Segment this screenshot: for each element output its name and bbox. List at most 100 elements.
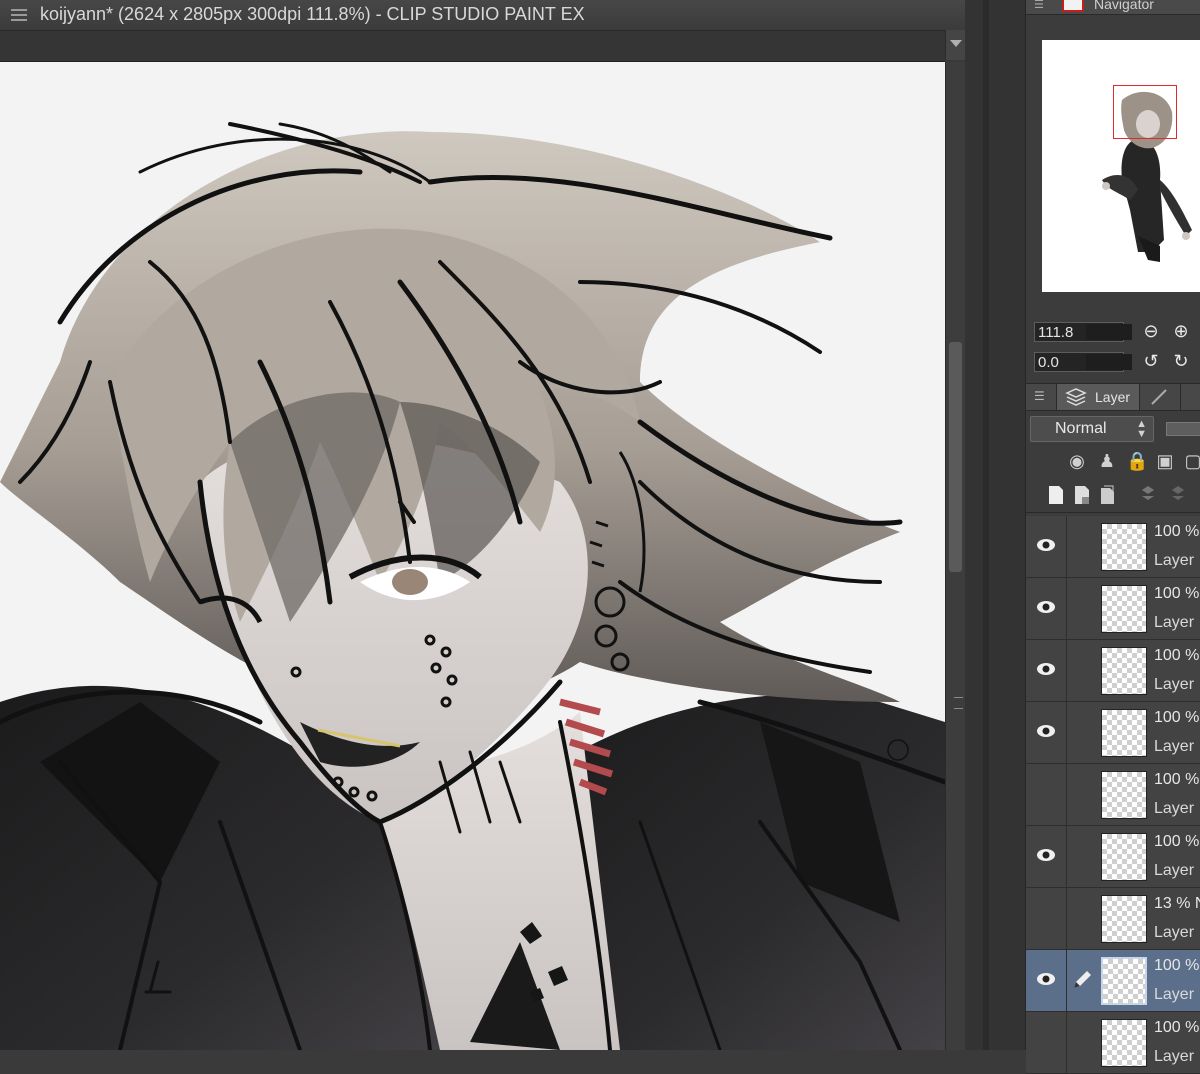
layer-thumbnail	[1101, 647, 1147, 695]
rotate-slider[interactable]	[1086, 354, 1132, 370]
new-folder-icon[interactable]	[1098, 484, 1118, 506]
layer-row[interactable]: 13 % N Layer	[1026, 888, 1200, 950]
scroll-up-button[interactable]	[945, 30, 966, 60]
layer-actions-toolbar	[1026, 480, 1200, 513]
layer-row[interactable]: 100 % Layer	[1026, 702, 1200, 764]
mask-icon[interactable]: ▢	[1182, 450, 1200, 472]
zoom-slider[interactable]	[1086, 324, 1132, 340]
layer-panel-header: ☰ Layer	[1026, 383, 1200, 411]
artwork-illustration	[0, 122, 945, 1050]
layer-row[interactable]: 100 % Layer	[1026, 640, 1200, 702]
column-divider	[1066, 950, 1067, 1012]
eye-icon[interactable]	[1036, 724, 1056, 738]
blend-mode-value: Normal	[1055, 420, 1107, 437]
lock-icon[interactable]: 🔒	[1126, 450, 1148, 472]
layer-thumbnail	[1101, 1019, 1147, 1067]
lock-transparency-icon[interactable]: ▣	[1154, 450, 1176, 472]
panel-menu-icon[interactable]: ☰	[1034, 389, 1045, 403]
rotate-right-icon[interactable]: ↻	[1170, 350, 1192, 372]
layer-list[interactable]: 100 % Layer 100 % Layer 100 % Layer 100 …	[1026, 516, 1200, 1074]
navigator-thumbnail	[1102, 91, 1192, 262]
eye-icon[interactable]	[1036, 848, 1056, 862]
layers-icon	[1065, 388, 1087, 406]
zoom-in-icon[interactable]: ⊕	[1170, 320, 1192, 342]
layer-row[interactable]: 100 % Layer	[1026, 764, 1200, 826]
eye-icon[interactable]	[1036, 538, 1056, 552]
layer-row-selected[interactable]: 100 % Layer	[1026, 950, 1200, 1012]
layer-thumbnail	[1101, 523, 1147, 571]
document-toolbar-strip	[0, 30, 945, 62]
column-divider	[1066, 640, 1067, 702]
layer-opacity: 100 %	[1154, 647, 1200, 664]
divider-stripe	[983, 0, 989, 1050]
blend-mode-select[interactable]: Normal ▲ ▼	[1030, 416, 1154, 442]
chevron-down-icon	[950, 40, 962, 47]
reference-icon[interactable]: ♟	[1096, 450, 1118, 472]
transfer-down-icon[interactable]	[1138, 484, 1158, 506]
layer-opacity: 100 %	[1154, 523, 1200, 540]
drawing-canvas[interactable]	[0, 62, 945, 1050]
panel-menu-icon[interactable]: ☰	[1034, 0, 1048, 11]
new-vector-layer-icon[interactable]	[1072, 484, 1092, 506]
layer-row[interactable]: 100 % Layer	[1026, 826, 1200, 888]
navigator-tab-icon[interactable]	[1062, 0, 1084, 12]
menu-icon[interactable]	[10, 6, 28, 24]
layer-opacity: 13 % N	[1154, 895, 1200, 912]
navigator-header: ☰ Navigator	[1026, 0, 1200, 15]
layer-thumbnail	[1101, 771, 1147, 819]
layer-opacity: 100 %	[1154, 833, 1200, 850]
vertical-scrollbar[interactable]	[945, 62, 966, 1050]
layer-opacity: 100 %	[1154, 957, 1200, 974]
layer-name: Layer	[1154, 862, 1195, 879]
column-divider	[1066, 578, 1067, 640]
updown-icon: ▲ ▼	[1136, 418, 1147, 440]
layer-thumbnail	[1101, 957, 1147, 1005]
layer-opacity: 100 %	[1154, 1019, 1200, 1036]
opacity-slider[interactable]	[1166, 422, 1200, 436]
navigator-title: Navigator	[1094, 0, 1154, 12]
layer-tab-label: Layer	[1095, 389, 1131, 405]
column-divider	[1066, 764, 1067, 826]
column-divider	[1066, 826, 1067, 888]
column-divider	[1066, 516, 1067, 578]
layer-thumbnail	[1101, 833, 1147, 881]
layer-name: Layer	[1154, 676, 1195, 693]
right-panel: ☰ Navigator 111.8 ⊖ ⊕ 0.0 ↺ ↻ ☰ Layer No…	[1025, 0, 1200, 1074]
layer-name: Layer	[1154, 924, 1195, 941]
brush-icon	[1151, 389, 1167, 405]
scrollbar-thumb[interactable]	[949, 342, 963, 709]
layer-name: Layer	[1154, 1048, 1195, 1065]
navigator-view-frame[interactable]	[1113, 85, 1177, 139]
document-title-bar: koijyann* (2624 x 2805px 300dpi 111.8%) …	[0, 0, 975, 30]
zoom-out-icon[interactable]: ⊖	[1140, 320, 1162, 342]
column-divider	[1066, 702, 1067, 764]
column-divider	[1066, 888, 1067, 950]
layer-thumbnail	[1101, 585, 1147, 633]
layer-row[interactable]: 100 % Layer	[1026, 516, 1200, 578]
layer-thumbnail	[1101, 709, 1147, 757]
layer-opacity: 100 %	[1154, 771, 1200, 788]
layer-opacity: 100 %	[1154, 709, 1200, 726]
pen-icon	[1074, 971, 1091, 988]
tab-layer-property[interactable]	[1140, 384, 1181, 410]
layer-name: Layer	[1154, 738, 1195, 755]
layer-thumbnail	[1101, 895, 1147, 943]
new-raster-layer-icon[interactable]	[1046, 484, 1066, 506]
panel-divider	[965, 0, 1025, 1050]
rotate-left-icon[interactable]: ↺	[1140, 350, 1162, 372]
layer-row[interactable]: 100 % Layer	[1026, 1012, 1200, 1074]
layer-name: Layer	[1154, 800, 1195, 817]
column-divider	[1066, 1012, 1067, 1074]
eye-icon[interactable]	[1036, 600, 1056, 614]
layer-row[interactable]: 100 % Layer	[1026, 578, 1200, 640]
merge-down-icon[interactable]	[1168, 484, 1188, 506]
eye-icon[interactable]	[1036, 662, 1056, 676]
layer-name: Layer	[1154, 614, 1195, 631]
layer-name: Layer	[1154, 986, 1195, 1003]
tab-layer[interactable]: Layer	[1056, 384, 1140, 410]
clip-icon[interactable]: ◉	[1066, 450, 1088, 472]
eye-icon[interactable]	[1036, 972, 1056, 986]
navigator-preview[interactable]	[1042, 40, 1200, 292]
grip-icon	[954, 697, 963, 709]
layer-lock-toolbar: ◉ ♟ 🔒 ▣ ▢	[1026, 446, 1200, 476]
